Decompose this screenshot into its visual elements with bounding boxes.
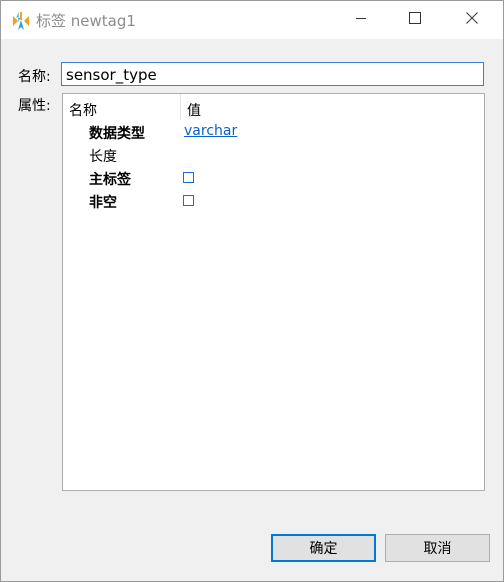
property-name: 主标签: [89, 172, 131, 188]
name-input[interactable]: [61, 62, 484, 86]
kettle-app-icon: [10, 10, 32, 32]
property-row-data-type[interactable]: 数据类型 varchar: [63, 120, 484, 143]
property-name: 数据类型: [89, 126, 145, 142]
maximize-icon: [409, 12, 421, 28]
data-type-link[interactable]: varchar: [184, 123, 237, 139]
property-row-primary-tag[interactable]: 主标签: [63, 166, 484, 189]
ok-button[interactable]: 确定: [271, 534, 376, 562]
title-bar[interactable]: 标签 newtag1: [1, 1, 503, 39]
primary-tag-checkbox[interactable]: [183, 172, 194, 183]
column-separator[interactable]: [180, 94, 181, 120]
property-row-length[interactable]: 长度: [63, 143, 484, 166]
tag-dialog-window: 标签 newtag1 名称: 属性: 名称 值 数据类型 varchar: [0, 0, 504, 582]
window-title: 标签 newtag1: [36, 12, 136, 30]
property-grid[interactable]: 名称 值 数据类型 varchar 长度 主标签 非空: [62, 93, 485, 491]
property-name: 非空: [89, 195, 117, 211]
name-label: 名称:: [18, 69, 51, 85]
cancel-button[interactable]: 取消: [385, 534, 490, 562]
maximize-button[interactable]: [390, 1, 440, 39]
grid-header: 名称 值: [63, 94, 484, 120]
close-button[interactable]: [447, 1, 497, 39]
property-row-not-null[interactable]: 非空: [63, 189, 484, 212]
property-name: 长度: [89, 149, 117, 165]
column-header-value: 值: [187, 103, 201, 119]
close-icon: [466, 12, 478, 28]
column-header-name: 名称: [69, 103, 97, 119]
not-null-checkbox[interactable]: [183, 195, 194, 206]
minimize-icon: [355, 12, 367, 28]
minimize-button[interactable]: [336, 1, 386, 39]
properties-label: 属性:: [18, 98, 51, 114]
